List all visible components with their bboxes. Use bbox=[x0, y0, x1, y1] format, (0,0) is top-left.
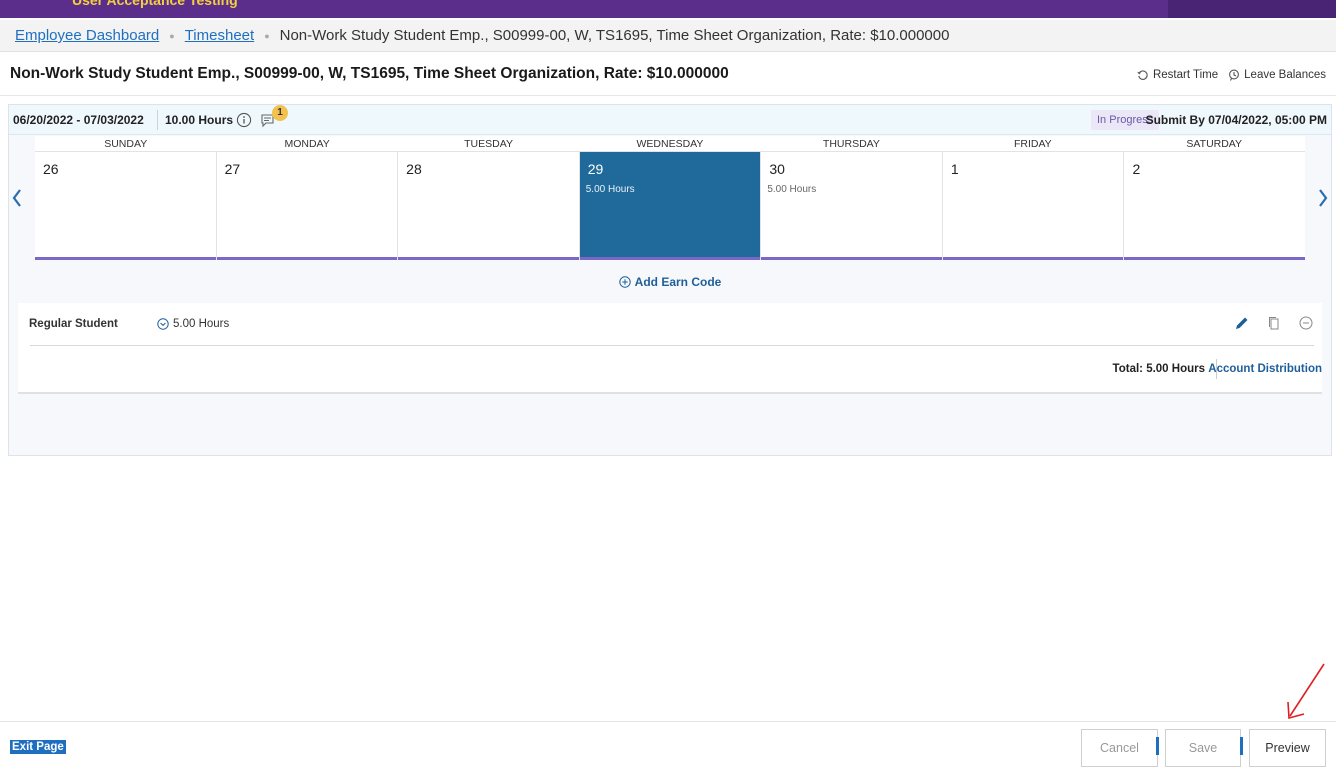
day-indicator-bar bbox=[35, 257, 216, 260]
edit-pencil-icon[interactable] bbox=[1234, 315, 1250, 331]
day-indicator-bar bbox=[942, 257, 1124, 260]
breadcrumb: Employee Dashboard ● Timesheet ● Non-Wor… bbox=[0, 20, 1336, 52]
period-total-hours: 10.00 Hours bbox=[165, 113, 234, 127]
copy-icon[interactable] bbox=[1266, 315, 1282, 331]
day-cell[interactable]: 2 bbox=[1124, 152, 1306, 260]
day-hours: 5.00 Hours bbox=[585, 184, 635, 195]
submit-by-date: Submit By 07/04/2022, 05:00 PM bbox=[1145, 113, 1327, 127]
earn-code-hours[interactable]: 5.00 Hours bbox=[157, 318, 229, 330]
footer-bar: Exit Page Cancel Save Preview bbox=[0, 721, 1336, 771]
button-accent bbox=[1156, 737, 1159, 755]
add-earn-code-button[interactable]: Add Earn Code bbox=[618, 275, 722, 289]
next-week-arrow-icon[interactable] bbox=[1316, 187, 1330, 209]
weekday-header: FRIDAY bbox=[1013, 138, 1052, 150]
day-indicator-bar bbox=[761, 257, 942, 260]
day-number: 2 bbox=[1132, 161, 1141, 177]
day-cell[interactable]: 27 bbox=[216, 152, 399, 260]
leave-balances-label: Leave Balances bbox=[1244, 69, 1326, 81]
remove-circle-icon[interactable] bbox=[1298, 315, 1314, 331]
earn-code-total: Total: 5.00 Hours bbox=[1112, 363, 1205, 375]
breadcrumb-separator: ● bbox=[169, 30, 175, 41]
page-title: Non-Work Study Student Emp., S00999-00, … bbox=[10, 65, 729, 82]
add-earn-code-row: Add Earn Code bbox=[9, 275, 1331, 291]
day-number: 28 bbox=[406, 161, 422, 177]
earn-code-actions bbox=[1234, 315, 1314, 331]
info-icon[interactable] bbox=[236, 112, 252, 128]
account-distribution-link[interactable]: Account Distribution bbox=[1208, 363, 1322, 375]
breadcrumb-current: Non-Work Study Student Emp., S00999-00, … bbox=[279, 27, 950, 44]
restart-time-button[interactable]: Restart Time bbox=[1137, 69, 1218, 81]
earn-code-card: Regular Student 5.00 Hours Total: 5.00 H… bbox=[18, 303, 1322, 394]
day-cells: 26 27 28 29 5.00 Hours 30 5.00 Hours 1 2 bbox=[35, 152, 1306, 260]
period-divider bbox=[157, 110, 158, 130]
chevron-circle-icon bbox=[157, 318, 169, 330]
weekday-header: WEDNESDAY bbox=[636, 138, 704, 150]
week-calendar: SUNDAY MONDAY TUESDAY WEDNESDAY THURSDAY… bbox=[35, 136, 1306, 260]
period-bar: 06/20/2022 - 07/03/2022 10.00 Hours 1 In… bbox=[9, 105, 1331, 135]
comment-count-badge: 1 bbox=[272, 105, 288, 121]
earn-code-hours-value: 5.00 Hours bbox=[173, 318, 230, 330]
day-indicator-bar bbox=[216, 257, 398, 260]
add-earn-code-label: Add Earn Code bbox=[634, 275, 722, 289]
day-number: 29 bbox=[587, 161, 604, 177]
day-indicator-bar bbox=[398, 257, 579, 260]
previous-week-arrow-icon[interactable] bbox=[10, 187, 24, 209]
page-header: Non-Work Study Student Emp., S00999-00, … bbox=[0, 56, 1336, 96]
preview-button[interactable]: Preview bbox=[1249, 729, 1326, 767]
weekday-header: THURSDAY bbox=[822, 138, 880, 150]
annotation-arrow-icon bbox=[1287, 663, 1325, 720]
day-cell[interactable]: 30 5.00 Hours bbox=[761, 152, 943, 260]
day-cell[interactable]: 1 bbox=[942, 152, 1125, 260]
earn-code-separator bbox=[30, 345, 1314, 346]
weekday-header: SUNDAY bbox=[104, 138, 148, 150]
top-banner: User Acceptance Testing bbox=[0, 0, 1336, 18]
day-hours: 5.00 Hours bbox=[767, 184, 817, 195]
top-banner-right bbox=[1168, 0, 1336, 18]
environment-label: User Acceptance Testing bbox=[72, 0, 238, 8]
breadcrumb-separator: ● bbox=[264, 30, 270, 41]
earn-code-name: Regular Student bbox=[29, 318, 118, 330]
button-accent bbox=[1240, 737, 1243, 755]
weekday-header: SATURDAY bbox=[1186, 138, 1243, 150]
day-number: 26 bbox=[43, 161, 59, 177]
plus-circle-icon bbox=[618, 276, 631, 288]
weekday-headers: SUNDAY MONDAY TUESDAY WEDNESDAY THURSDAY… bbox=[35, 136, 1305, 152]
period-dates: 06/20/2022 - 07/03/2022 bbox=[13, 113, 144, 127]
day-number: 1 bbox=[950, 161, 959, 177]
day-cell-selected[interactable]: 29 5.00 Hours bbox=[579, 152, 762, 260]
save-button[interactable]: Save bbox=[1165, 729, 1241, 767]
exit-page-button[interactable]: Exit Page bbox=[10, 740, 66, 754]
weekday-header: TUESDAY bbox=[464, 138, 513, 150]
day-number: 27 bbox=[224, 161, 241, 177]
breadcrumb-employee-dashboard[interactable]: Employee Dashboard bbox=[15, 27, 159, 44]
leave-balances-icon bbox=[1229, 69, 1240, 81]
day-number: 30 bbox=[769, 161, 785, 177]
leave-balances-button[interactable]: Leave Balances bbox=[1228, 69, 1326, 81]
header-actions: Restart Time Leave Balances bbox=[1137, 69, 1326, 81]
breadcrumb-timesheet[interactable]: Timesheet bbox=[185, 27, 254, 44]
restart-time-label: Restart Time bbox=[1152, 69, 1219, 81]
weekday-header: MONDAY bbox=[284, 138, 330, 150]
day-cell[interactable]: 26 bbox=[35, 152, 217, 260]
cancel-button[interactable]: Cancel bbox=[1081, 729, 1158, 767]
day-cell[interactable]: 28 bbox=[398, 152, 580, 260]
day-indicator-bar bbox=[1124, 257, 1306, 260]
timesheet-panel: 06/20/2022 - 07/03/2022 10.00 Hours 1 In… bbox=[8, 104, 1332, 456]
day-indicator-bar bbox=[579, 257, 761, 260]
restart-icon bbox=[1137, 70, 1148, 80]
